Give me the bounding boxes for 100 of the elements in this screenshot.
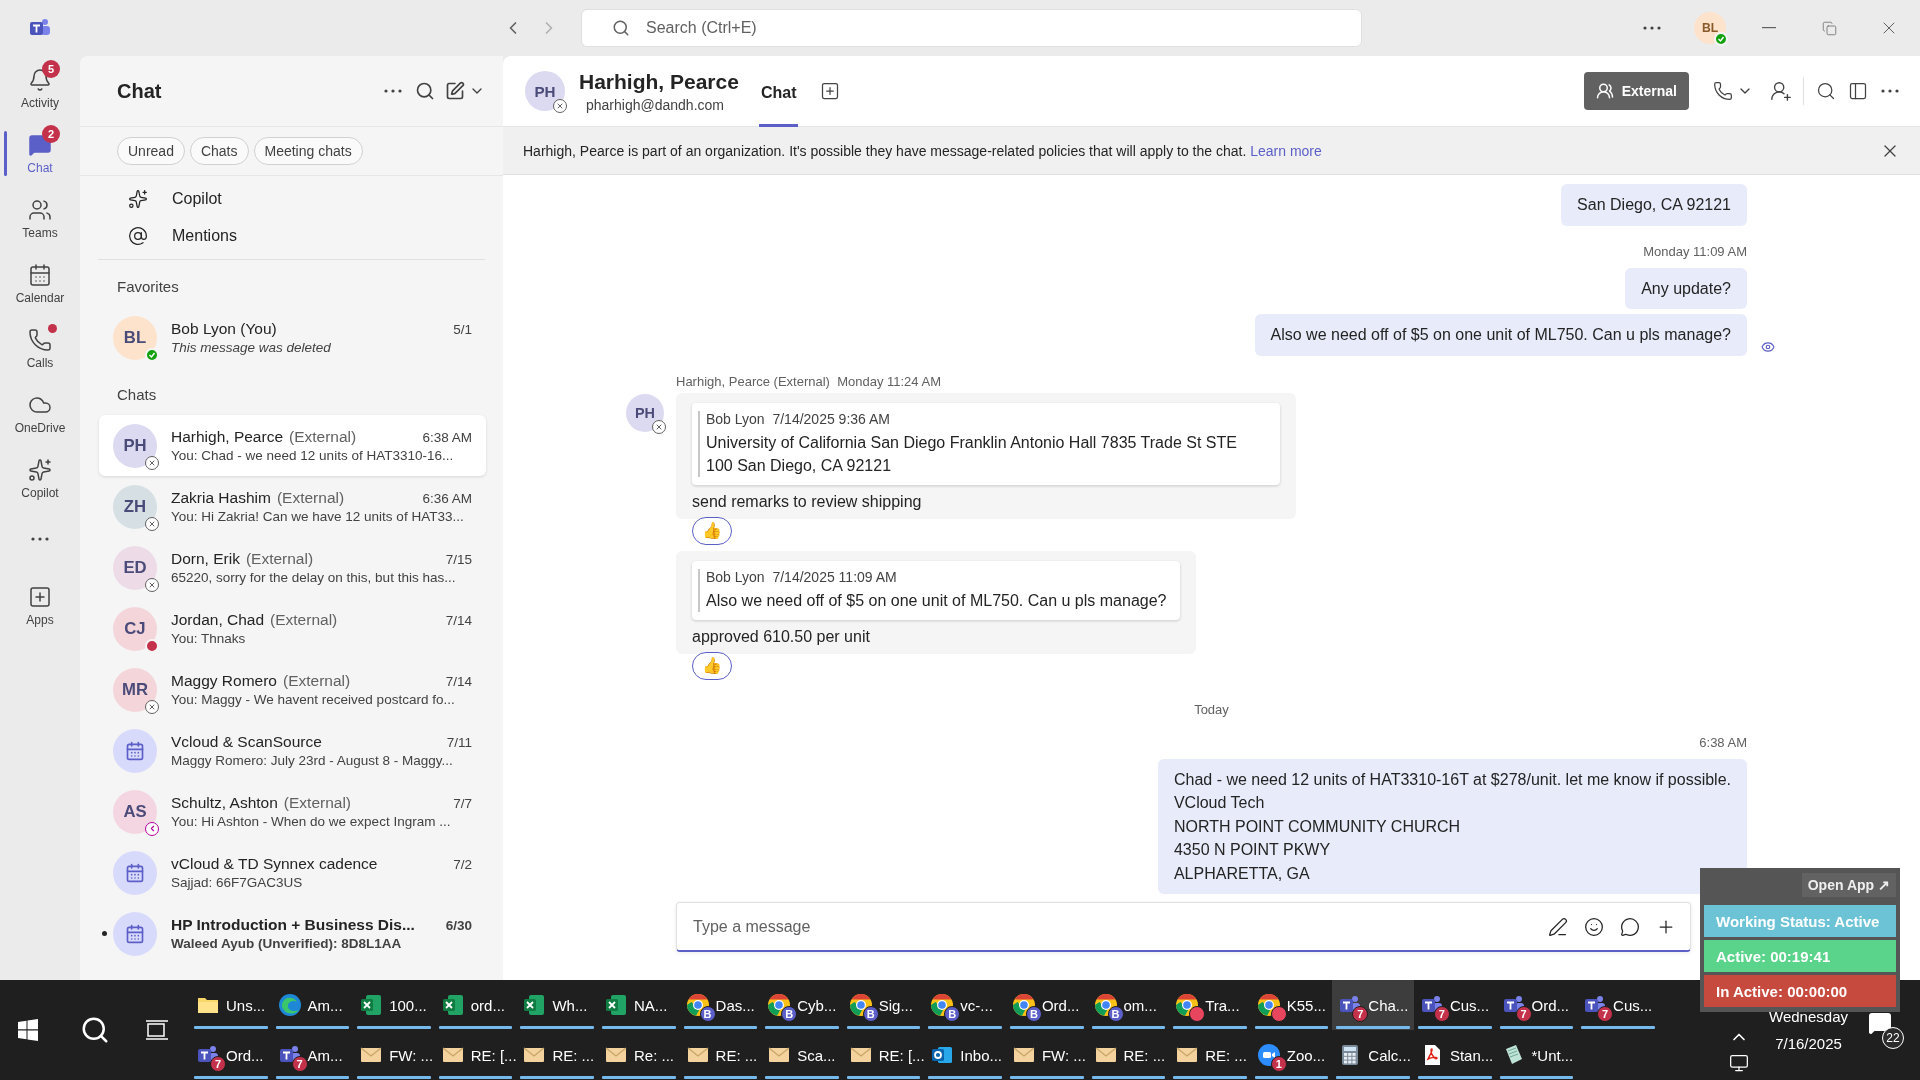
taskbar-button[interactable]: K55...	[1250, 980, 1333, 1030]
section-heading: Favorites	[116, 277, 180, 297]
count-badge: 7	[1433, 1006, 1450, 1022]
taskbar-button[interactable]: RE: ...	[679, 1030, 762, 1080]
add-app-icon	[28, 584, 52, 609]
search-input[interactable]: Search (Ctrl+E)	[644, 18, 1361, 38]
avatar: ED	[113, 545, 157, 590]
taskbar-button[interactable]: 7 Cha...	[1332, 980, 1414, 1030]
taskbar-button[interactable]: 7 Cus...	[1577, 980, 1659, 1030]
taskbar-button[interactable]: *Unt...	[1495, 1030, 1578, 1080]
external-tag: (External)	[282, 672, 351, 690]
filter-chip[interactable]: Unread	[117, 137, 185, 165]
contact-name: Dorn, Erik	[171, 550, 240, 568]
shortcut-item[interactable]: Mentions	[80, 217, 503, 254]
panel-icon	[1848, 81, 1868, 101]
taskbar-button[interactable]: RE: [...	[842, 1030, 925, 1080]
minimize-icon	[1762, 27, 1776, 29]
taskbar-button[interactable]: Inbo...	[924, 1030, 1006, 1080]
taskbar-button[interactable]: 7 Ord...	[190, 1030, 272, 1080]
profile-avatar[interactable]: BL	[1694, 12, 1726, 44]
unread-dot	[102, 931, 107, 936]
nav-item[interactable]: OneDrive	[0, 381, 80, 446]
message-preview: Waleed Ayub (Unverified): 8D8L1AA	[171, 936, 403, 951]
taskbar-button[interactable]: ord...	[434, 980, 517, 1030]
notification-icon	[1868, 1011, 1892, 1035]
chat-list-item[interactable]: Vcloud & ScanSource 7/11 Maggy Romero: July 23rd - August 8 - Maggy...	[99, 720, 486, 781]
taskbar-button[interactable]: Sca...	[761, 1030, 843, 1080]
notifications-button[interactable]: 22	[1868, 1011, 1904, 1049]
taskbar-button[interactable]: 7 Cus...	[1413, 980, 1496, 1030]
taskbar-button[interactable]: RE: [...	[434, 1030, 517, 1080]
message-preview: You: Thnaks	[171, 631, 247, 646]
message-preview: You: Maggy - We havent received postcard fo...	[171, 692, 456, 707]
working-status-bar: Working Status: Active	[1704, 905, 1896, 938]
open-app-button[interactable]: Open App ↗	[1801, 873, 1896, 898]
taskbar-button[interactable]: 7 Am...	[271, 1030, 354, 1080]
taskbar-button[interactable]: B Ord...	[1005, 980, 1088, 1030]
avatar: PH	[525, 71, 565, 111]
taskbar-button[interactable]: Calc...	[1332, 1030, 1414, 1080]
start-button[interactable]	[16, 1018, 40, 1042]
taskbar-button[interactable]: FW: ...	[1005, 1030, 1088, 1080]
loop-icon	[1620, 916, 1640, 937]
timestamp: 7/7	[453, 796, 472, 811]
message-preview: You: Hi Ashton - When do we expect Ingram ...	[171, 814, 452, 829]
taskbar-button[interactable]: 100...	[353, 980, 435, 1030]
taskbar-button[interactable]: Stan...	[1413, 1030, 1496, 1080]
chat-list-item[interactable]: AS Schultz, Ashton (External) 7/7 You: Hi Ashton - When do we expect Ingram ...	[99, 781, 486, 842]
taskbar-button[interactable]: 1 Zoo...	[1250, 1030, 1333, 1080]
nav-item[interactable]: Calls	[0, 316, 80, 381]
swirl-app-icon	[277, 993, 302, 1017]
search-icon[interactable]	[80, 1015, 110, 1045]
nav-item[interactable]: 2 Chat	[0, 121, 80, 186]
chat-list-item[interactable]: CJ Jordan, Chad (External) 7/14 You: Thnaks	[99, 598, 486, 659]
contact-name: vCloud & TD Synnex cadence	[171, 855, 378, 873]
taskbar-button[interactable]: Am...	[271, 980, 354, 1030]
external-button[interactable]: External	[1583, 72, 1689, 110]
chat-list-item[interactable]: PH Harhigh, Pearce (External) 6:38 AM You: Chad - we need 12 units of HAT3310-16...	[99, 415, 486, 476]
sparkle-icon	[128, 188, 148, 209]
taskbar-button[interactable]: Wh...	[516, 980, 598, 1030]
taskbar-button[interactable]: B om...	[1087, 980, 1170, 1030]
message-text: Chad - we need 12 units of HAT3310-16T at $278/unit. let me know if possible.	[1173, 769, 1731, 790]
learn-more-link[interactable]: Learn more	[1250, 142, 1322, 159]
chat-list-item[interactable]: HP Introduction + Business Dis... 6/30 Waleed Ayub (Unverified): 8D8L1AA	[99, 903, 486, 964]
taskbar-button[interactable]: Re: ...	[597, 1030, 680, 1080]
search-icon	[415, 81, 435, 101]
taskbar-button[interactable]: 7 Ord...	[1495, 980, 1578, 1030]
clock[interactable]: Wednesday 7/16/2025	[1769, 1008, 1848, 1052]
chat-list-item[interactable]: vCloud & TD Synnex cadence 7/2 Sajjad: 66F7GAC3US	[99, 842, 486, 903]
nav-item[interactable]: Copilot	[0, 446, 80, 511]
filter-chip[interactable]: Chats	[189, 137, 249, 165]
network-icon[interactable]	[1729, 1053, 1750, 1073]
taskbar-button[interactable]: FW: ...	[353, 1030, 435, 1080]
nav-item[interactable]: Teams	[0, 186, 80, 251]
chat-list-item[interactable]: ED Dorn, Erik (External) 7/15 65220, sorry for the delay on this, but this has...	[99, 537, 486, 598]
chat-list-item[interactable]: BL Bob Lyon (You) 5/1 This message was deleted	[99, 307, 486, 368]
nav-item[interactable]: Apps	[0, 573, 80, 638]
taskbar-button[interactable]: Tra...	[1169, 980, 1251, 1030]
nav-item[interactable]: Calendar	[0, 251, 80, 316]
at-sign-icon	[128, 225, 148, 246]
taskbar-button[interactable]: RE: ...	[516, 1030, 598, 1080]
taskbar-button[interactable]: RE: ...	[1169, 1030, 1251, 1080]
taskbar-button[interactable]: B Das...	[679, 980, 762, 1030]
message-text: approved 610.50 per unit	[692, 627, 871, 646]
chat-list-item[interactable]: MR Maggy Romero (External) 7/14 You: Maggy - We havent received postcard fo...	[99, 659, 486, 720]
nav-item[interactable]: 5 Activity	[0, 56, 80, 121]
message-text: 4350 N POINT PKWY	[1173, 840, 1332, 860]
taskbar-button[interactable]: B Cyb...	[761, 980, 843, 1030]
message-text: send remarks to review shipping	[692, 492, 923, 511]
contact-name: Schultz, Ashton	[171, 794, 278, 812]
shortcut-item[interactable]: Copilot	[80, 180, 503, 217]
taskbar-button[interactable]: B Sig...	[842, 980, 925, 1030]
chat-list-item[interactable]: ZH Zakria Hashim (External) 6:36 AM You: Hi Zakria! Can we have 12 units of HAT33...	[99, 476, 486, 537]
taskbar-button[interactable]: RE: ...	[1087, 1030, 1170, 1080]
taskbar-button[interactable]: Uns...	[190, 980, 272, 1030]
filter-chip[interactable]: Meeting chats	[253, 137, 363, 165]
contact-name: Bob Lyon (You)	[171, 320, 277, 338]
search-bar[interactable]: Search (Ctrl+E)	[581, 9, 1362, 47]
message-composer[interactable]: Type a message	[676, 902, 1691, 952]
taskbar-button[interactable]: B vc-...	[924, 980, 1006, 1030]
taskbar-button[interactable]: NA...	[597, 980, 680, 1030]
task-view-icon[interactable]	[144, 1018, 170, 1042]
